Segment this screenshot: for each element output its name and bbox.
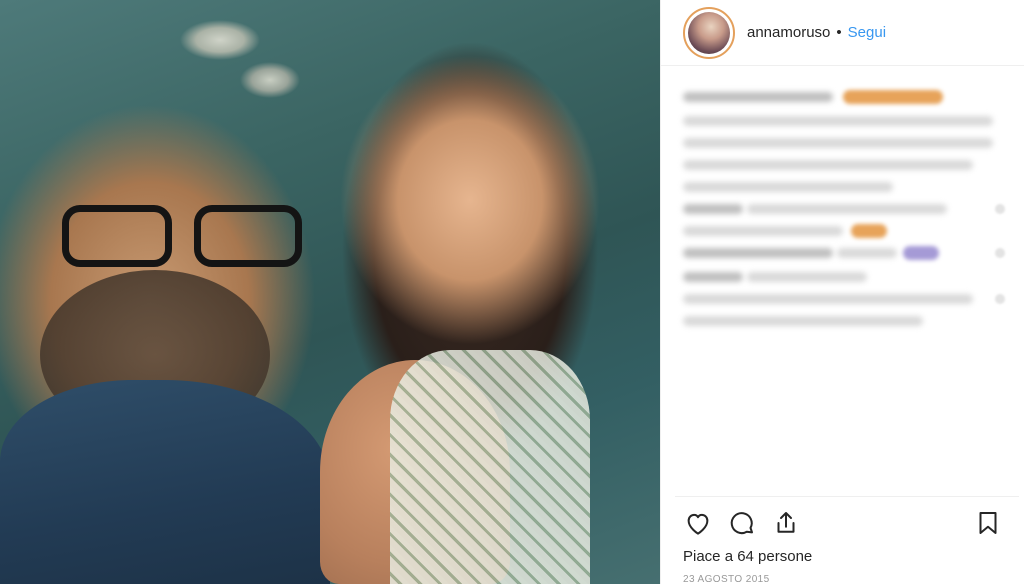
actions-divider (675, 496, 1019, 497)
post-date: 23 AGOSTO 2015 (683, 574, 770, 584)
heart-icon[interactable] (683, 508, 713, 538)
likes-count[interactable]: Piace a 64 persone (683, 548, 812, 565)
avatar[interactable] (683, 6, 735, 59)
post-header: annamoruso • Segui (661, 0, 1024, 66)
post-photo[interactable] (0, 0, 660, 584)
photo-man-shirt (0, 380, 330, 584)
follow-button[interactable]: Segui (848, 24, 886, 41)
photo-rocks (170, 0, 330, 110)
share-icon[interactable] (771, 508, 801, 538)
avatar-image (688, 11, 730, 54)
post-actions (683, 508, 1003, 540)
post-sidebar: annamoruso • Segui Piace a 64 persone 23… (660, 0, 1024, 584)
instagram-post: annamoruso • Segui Piace a 64 persone 23… (0, 0, 1024, 584)
photo-glasses (62, 205, 312, 275)
separator-dot: • (836, 24, 842, 41)
comments-list-blurred (683, 86, 1005, 326)
photo-woman-dress (390, 350, 590, 584)
username-link[interactable]: annamoruso (747, 24, 830, 41)
comment-icon[interactable] (727, 508, 757, 538)
bookmark-icon[interactable] (973, 508, 1003, 538)
